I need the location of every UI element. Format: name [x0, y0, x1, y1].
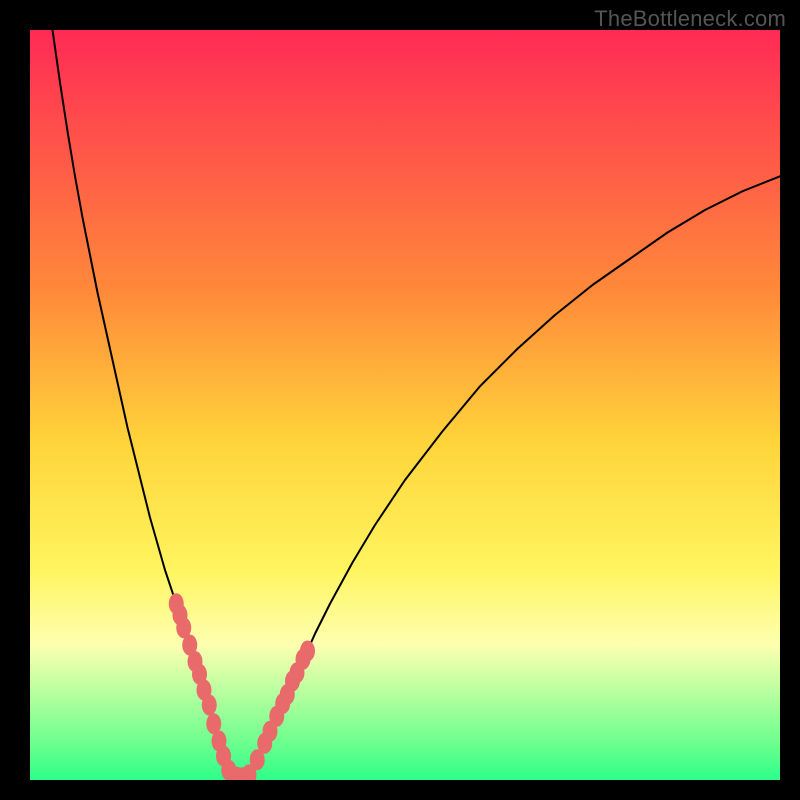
bottleneck-chart	[30, 30, 780, 780]
gradient-background	[30, 30, 780, 780]
watermark-label: TheBottleneck.com	[594, 6, 786, 32]
bead-marker	[300, 641, 315, 662]
bead-marker	[202, 695, 217, 716]
plot-area	[30, 30, 780, 780]
chart-frame: TheBottleneck.com	[0, 0, 800, 800]
